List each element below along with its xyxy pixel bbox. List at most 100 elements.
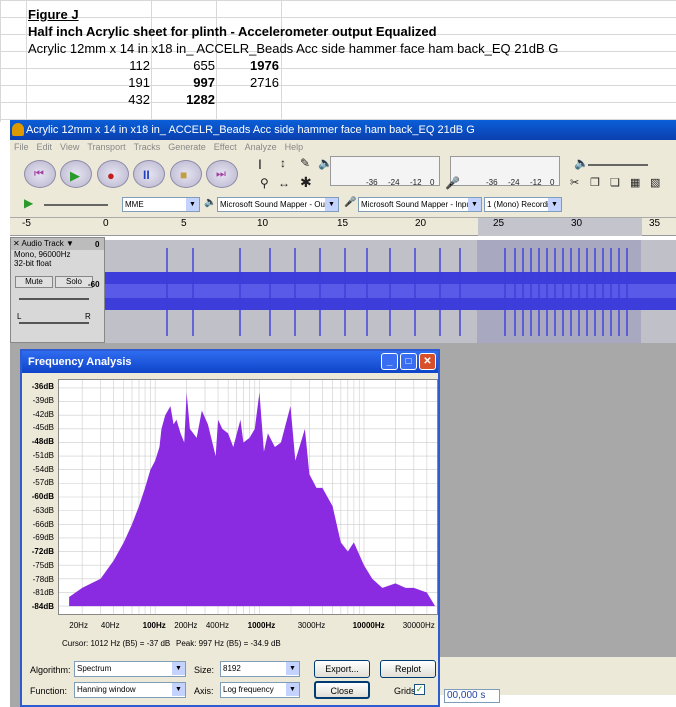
play-button[interactable]: ▶ xyxy=(60,160,92,188)
timeshift-tool-icon[interactable]: ↔ xyxy=(278,176,290,190)
x-tick-label: 20Hz xyxy=(69,621,88,630)
sheet-cell[interactable]: 191 xyxy=(100,74,150,91)
timeline-ruler[interactable]: -5 0 5 10 15 20 25 30 35 xyxy=(10,218,676,236)
pan-slider[interactable] xyxy=(19,322,89,324)
selection-time[interactable]: 00,000 s xyxy=(444,689,500,703)
silence-icon[interactable]: ▧ xyxy=(650,176,660,189)
chevron-down-icon: ▼ xyxy=(325,198,338,211)
export-button[interactable]: Export... xyxy=(314,660,370,678)
skip-end-button[interactable]: ⏭ xyxy=(206,160,238,188)
speed-slider[interactable] xyxy=(44,204,108,206)
size-select[interactable]: 8192 ▼ xyxy=(220,661,300,677)
draw-tool-icon[interactable]: ✎ xyxy=(300,156,310,170)
menu-view[interactable]: View xyxy=(60,142,79,152)
skip-end-icon: ⏭ xyxy=(216,168,226,180)
volume-slider[interactable] xyxy=(588,164,648,166)
toolbar: ⏮ ▶ ● II ■ ⏭ I ↕ ✎ ⚲ ↔ ✱ 🔈 -36 -24 -12 0… xyxy=(10,154,676,218)
y-tick-label: -63dB xyxy=(32,505,54,515)
close-icon[interactable]: ✕ xyxy=(419,353,436,370)
track-name: Audio Track xyxy=(21,239,64,248)
x-tick-label: 400Hz xyxy=(205,621,229,630)
sheet-heading: Half inch Acrylic sheet for plinth - Acc… xyxy=(28,24,437,39)
spectrum-plot[interactable] xyxy=(58,379,438,615)
menu-transport[interactable]: Transport xyxy=(87,142,125,152)
track-info: Mono, 96000Hz xyxy=(14,250,71,259)
algorithm-select[interactable]: Spectrum ▼ xyxy=(74,661,186,677)
paste-icon[interactable]: ❏ xyxy=(610,176,620,189)
output-meter[interactable] xyxy=(330,156,440,186)
track-name-menu[interactable]: ✕ Audio Track ▼ xyxy=(11,238,104,250)
skip-start-button[interactable]: ⏮ xyxy=(24,160,56,188)
grids-checkbox[interactable]: ✓ xyxy=(414,684,425,695)
input-meter[interactable] xyxy=(450,156,560,186)
y-tick-label: -84dB xyxy=(31,602,54,611)
sheet-cell[interactable]: 1976 xyxy=(250,57,279,74)
y-tick-label: -54dB xyxy=(32,464,54,474)
meter-tick: -12 xyxy=(530,178,542,187)
menu-analyze[interactable]: Analyze xyxy=(245,142,277,152)
play-at-speed-icon[interactable]: ▶ xyxy=(24,196,33,210)
x-tick-label: 3000Hz xyxy=(297,621,326,630)
y-tick-label: -57dB xyxy=(32,478,54,488)
chevron-down-icon: ▼ xyxy=(286,683,299,696)
meter-tick: -36 xyxy=(366,178,378,187)
x-tick-label: 100Hz xyxy=(142,621,166,630)
mute-button[interactable]: Mute xyxy=(15,276,53,288)
channels-select[interactable]: 1 (Mono) Recordin ▼ xyxy=(484,197,562,212)
input-device-select[interactable]: Microsoft Sound Mapper - Inpu ▼ xyxy=(358,197,482,212)
chevron-down-icon: ▼ xyxy=(468,198,481,211)
maximize-icon[interactable]: □ xyxy=(400,353,417,370)
selection-tool-icon[interactable]: I xyxy=(258,156,262,172)
cut-icon[interactable]: ✂ xyxy=(570,176,579,189)
multi-tool-icon[interactable]: ✱ xyxy=(300,174,312,191)
chevron-down-icon: ▼ xyxy=(172,662,185,675)
stop-button[interactable]: ■ xyxy=(170,160,202,188)
microphone-icon: 🎤 xyxy=(344,197,357,208)
y-tick-label: -78dB xyxy=(32,574,54,584)
sheet-cell[interactable]: 655 xyxy=(165,57,215,74)
sheet-cell[interactable]: 112 xyxy=(100,57,150,74)
minimize-icon[interactable]: _ xyxy=(381,353,398,370)
ruler-tick: 35 xyxy=(649,218,661,229)
db-scale-mid: -60 xyxy=(88,280,100,289)
ruler-tick: 20 xyxy=(415,218,427,229)
pause-button[interactable]: II xyxy=(133,160,165,188)
menu-generate[interactable]: Generate xyxy=(168,142,206,152)
sheet-cell[interactable]: 432 xyxy=(100,91,150,108)
output-device-value: Microsoft Sound Mapper - Outp xyxy=(220,200,332,209)
menu-file[interactable]: File xyxy=(14,142,29,152)
ruler-tick: -5 xyxy=(22,218,31,229)
sheet-cell[interactable]: 2716 xyxy=(250,74,279,91)
algorithm-label: Algorithm: xyxy=(30,665,71,675)
ruler-tick: 15 xyxy=(337,218,349,229)
output-device-select[interactable]: Microsoft Sound Mapper - Outp ▼ xyxy=(217,197,339,212)
dialog-title: Frequency Analysis xyxy=(28,356,132,368)
menu-tracks[interactable]: Tracks xyxy=(134,142,161,152)
replot-button[interactable]: Replot xyxy=(380,660,436,678)
record-button[interactable]: ● xyxy=(97,160,129,188)
sheet-col-line xyxy=(216,0,217,122)
menu-help[interactable]: Help xyxy=(285,142,304,152)
waveform[interactable] xyxy=(105,240,676,344)
db-scale-top: 0 xyxy=(95,240,100,249)
copy-icon[interactable]: ❐ xyxy=(590,176,600,189)
size-value: 8192 xyxy=(223,664,241,673)
x-tick-label: 200Hz xyxy=(174,621,198,630)
menu-edit[interactable]: Edit xyxy=(37,142,53,152)
host-select[interactable]: MME ▼ xyxy=(122,197,200,212)
axis-select[interactable]: Log frequency ▼ xyxy=(220,682,300,698)
close-icon[interactable]: ✕ xyxy=(13,239,20,248)
envelope-tool-icon[interactable]: ↕ xyxy=(280,156,286,170)
sheet-cell[interactable]: 997 xyxy=(165,74,215,91)
pan-left-label: L xyxy=(17,312,22,321)
trim-icon[interactable]: ▦ xyxy=(630,176,640,189)
spectrum-area xyxy=(69,392,436,607)
sheet-cell[interactable]: 1282 xyxy=(165,91,215,108)
zoom-tool-icon[interactable]: ⚲ xyxy=(260,176,269,190)
function-select[interactable]: Hanning window ▼ xyxy=(74,682,186,698)
close-button[interactable]: Close xyxy=(314,681,370,699)
menu-effect[interactable]: Effect xyxy=(214,142,237,152)
axis-label: Axis: xyxy=(194,686,214,696)
ruler-tick: 30 xyxy=(571,218,583,229)
gain-slider[interactable] xyxy=(19,298,89,300)
